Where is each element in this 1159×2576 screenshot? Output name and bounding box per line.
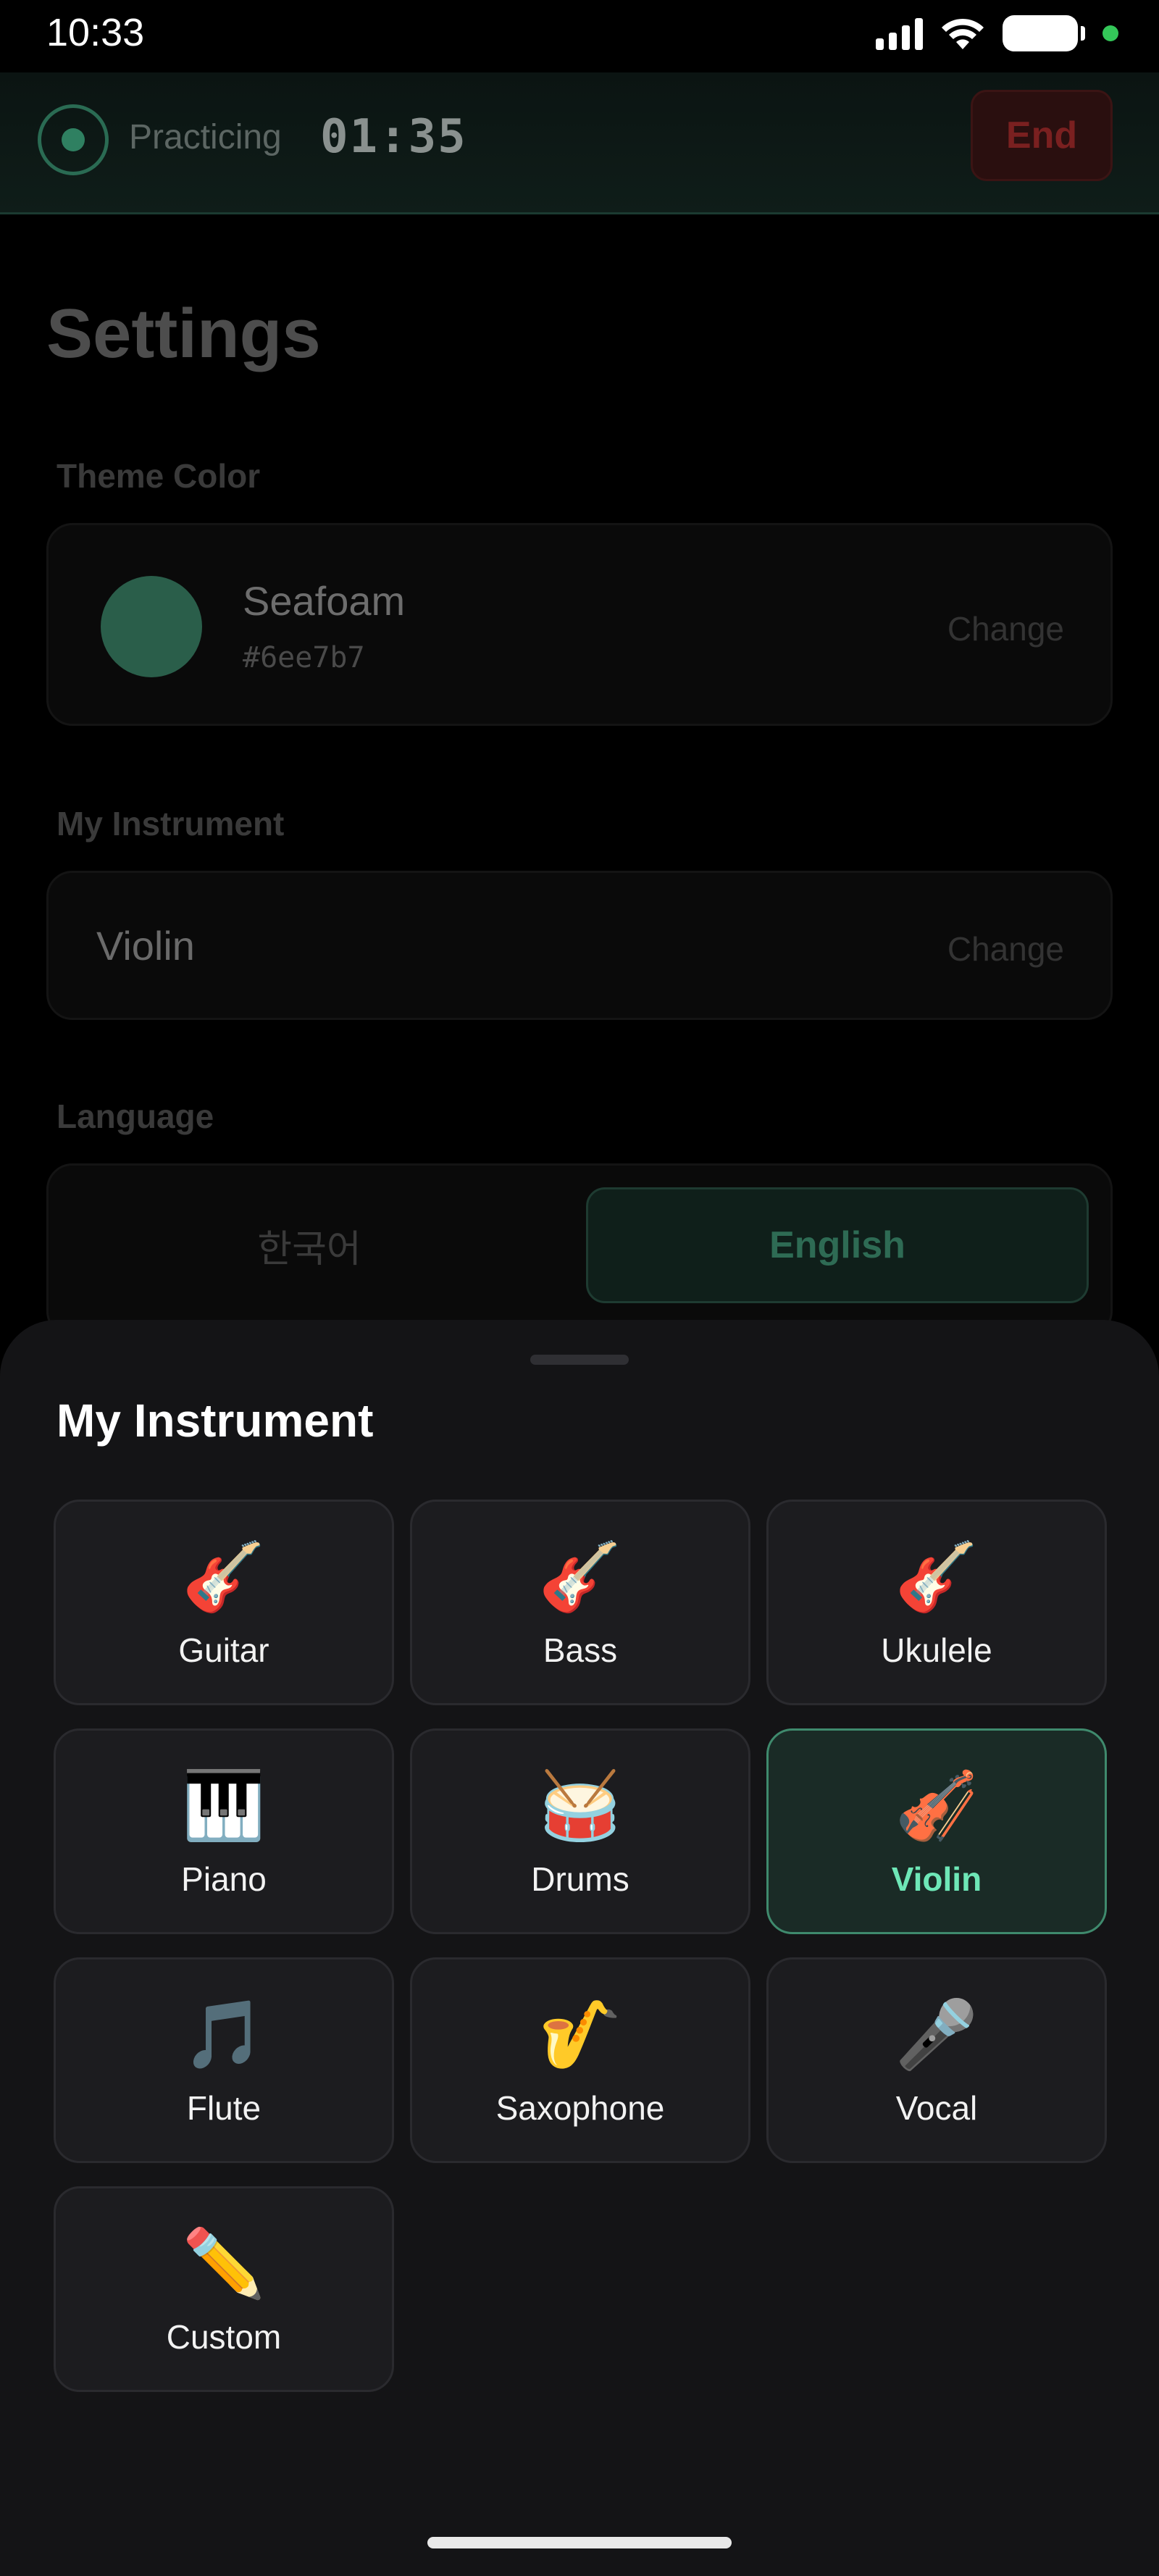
theme-color-swatch: [101, 576, 202, 677]
practice-session-bar: Practicing 01:35 End: [0, 72, 1159, 214]
pencil-icon: ✏️: [182, 2227, 266, 2301]
instrument-option-label: Flute: [186, 2089, 261, 2127]
instrument-option-violin[interactable]: 🎻 Violin: [766, 1728, 1107, 1934]
instrument-value: Violin: [96, 923, 195, 969]
status-icons: [876, 14, 1118, 52]
sheet-grabber-handle[interactable]: [530, 1355, 629, 1365]
guitar-icon: 🎸: [182, 1540, 266, 1614]
theme-color-hex: #6ee7b7: [243, 641, 365, 674]
theme-section-label: Theme Color: [57, 457, 261, 495]
ukulele-icon: 🎸: [895, 1540, 979, 1614]
instrument-option-bass[interactable]: 🎸 Bass: [410, 1500, 750, 1705]
theme-color-card[interactable]: Seafoam #6ee7b7 Change: [46, 523, 1113, 726]
microphone-icon: 🎤: [895, 1998, 979, 2072]
signal-icon: [876, 17, 923, 50]
instrument-option-drums[interactable]: 🥁 Drums: [410, 1728, 750, 1934]
instrument-option-custom[interactable]: ✏️ Custom: [54, 2186, 394, 2392]
piano-icon: 🎹: [182, 1769, 266, 1843]
wifi-icon: [942, 18, 984, 49]
instrument-option-vocal[interactable]: 🎤 Vocal: [766, 1957, 1107, 2163]
instrument-card[interactable]: Violin Change: [46, 871, 1113, 1020]
status-time: 10:33: [46, 11, 145, 54]
violin-icon: 🎻: [895, 1769, 979, 1843]
instrument-picker-sheet: My Instrument 🎸 Guitar 🎸 Bass 🎸 Ukulele 🎹 Piano…: [0, 1320, 1159, 2576]
battery-icon: [1003, 15, 1085, 51]
instrument-section-label: My Instrument: [57, 805, 285, 842]
language-section-label: Language: [57, 1097, 214, 1135]
language-selector: 한국어 English: [46, 1163, 1113, 1337]
instrument-option-label: Violin: [891, 1860, 982, 1898]
instrument-option-label: Custom: [166, 2318, 282, 2356]
instrument-option-label: Piano: [181, 1860, 267, 1898]
instrument-option-label: Ukulele: [881, 1631, 992, 1669]
instrument-option-label: Vocal: [895, 2089, 978, 2127]
language-option-korean[interactable]: 한국어: [70, 1187, 548, 1303]
bass-icon: 🎸: [538, 1540, 622, 1614]
instrument-option-ukulele[interactable]: 🎸 Ukulele: [766, 1500, 1107, 1705]
page-title: Settings: [46, 295, 321, 372]
instrument-option-saxophone[interactable]: 🎷 Saxophone: [410, 1957, 750, 2163]
theme-color-name: Seafoam: [243, 578, 406, 624]
saxophone-icon: 🎷: [538, 1998, 622, 2072]
music-note-icon: 🎵: [182, 1998, 266, 2072]
instrument-option-label: Guitar: [178, 1631, 269, 1669]
settings-page: Settings Theme Color Seafoam #6ee7b7 Cha…: [0, 214, 1159, 1337]
drum-icon: 🥁: [538, 1769, 622, 1843]
home-indicator[interactable]: [427, 2537, 732, 2548]
language-option-english[interactable]: English: [586, 1187, 1089, 1303]
instrument-option-guitar[interactable]: 🎸 Guitar: [54, 1500, 394, 1705]
instrument-option-flute[interactable]: 🎵 Flute: [54, 1957, 394, 2163]
theme-change-button[interactable]: Change: [947, 609, 1064, 648]
practice-timer: 01:35: [320, 110, 467, 164]
privacy-indicator-dot: [1102, 25, 1118, 41]
sheet-title: My Instrument: [57, 1394, 374, 1447]
recording-indicator-icon: [38, 104, 109, 175]
instrument-option-label: Saxophone: [495, 2089, 665, 2127]
status-bar: 10:33: [0, 0, 1159, 65]
end-session-button[interactable]: End: [971, 90, 1113, 181]
practice-status: Practicing: [129, 118, 282, 156]
instrument-option-label: Drums: [531, 1860, 629, 1898]
instrument-change-button[interactable]: Change: [947, 929, 1064, 969]
instrument-option-piano[interactable]: 🎹 Piano: [54, 1728, 394, 1934]
instrument-option-label: Bass: [543, 1631, 618, 1669]
